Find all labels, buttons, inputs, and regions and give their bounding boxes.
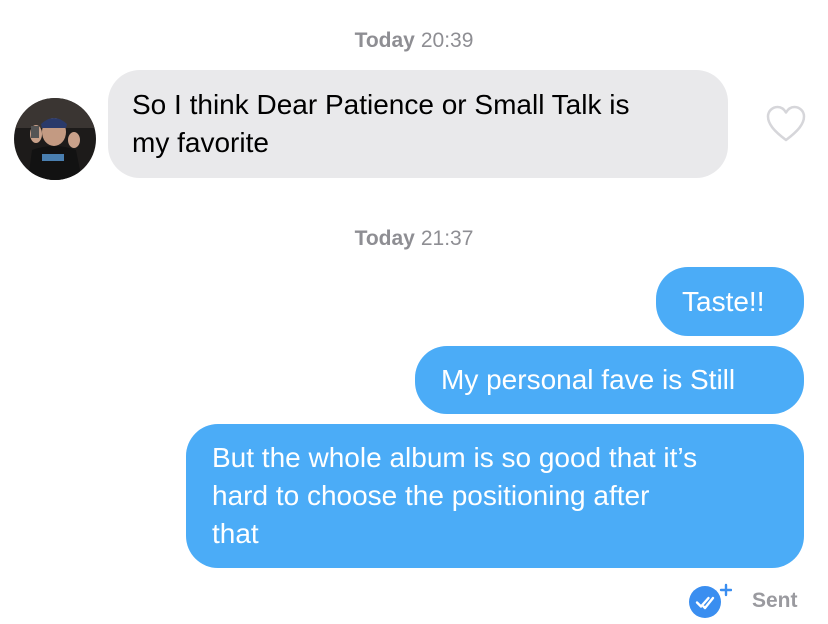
incoming-message[interactable]: So I think Dear Patience or Small Talk i… bbox=[108, 70, 728, 178]
outgoing-message[interactable]: But the whole album is so good that it’s… bbox=[186, 424, 804, 568]
outgoing-message[interactable]: My personal fave is Still bbox=[415, 346, 804, 414]
like-button[interactable] bbox=[766, 105, 806, 143]
heart-icon bbox=[766, 105, 806, 142]
timestamp-time: 20:39 bbox=[420, 29, 474, 52]
read-receipt-check-icon bbox=[689, 583, 733, 618]
timestamp-2: Today 21:37 bbox=[0, 227, 828, 251]
message-status: Sent bbox=[752, 589, 798, 612]
outgoing-message[interactable]: Taste!! bbox=[656, 267, 804, 336]
timestamp-time: 21:37 bbox=[420, 227, 474, 250]
contact-avatar[interactable] bbox=[14, 98, 96, 180]
read-receipt bbox=[688, 583, 733, 619]
timestamp-day: Today bbox=[354, 29, 415, 52]
avatar-photo bbox=[14, 98, 96, 180]
timestamp-1: Today 20:39 bbox=[0, 29, 828, 53]
timestamp-day: Today bbox=[354, 227, 415, 250]
